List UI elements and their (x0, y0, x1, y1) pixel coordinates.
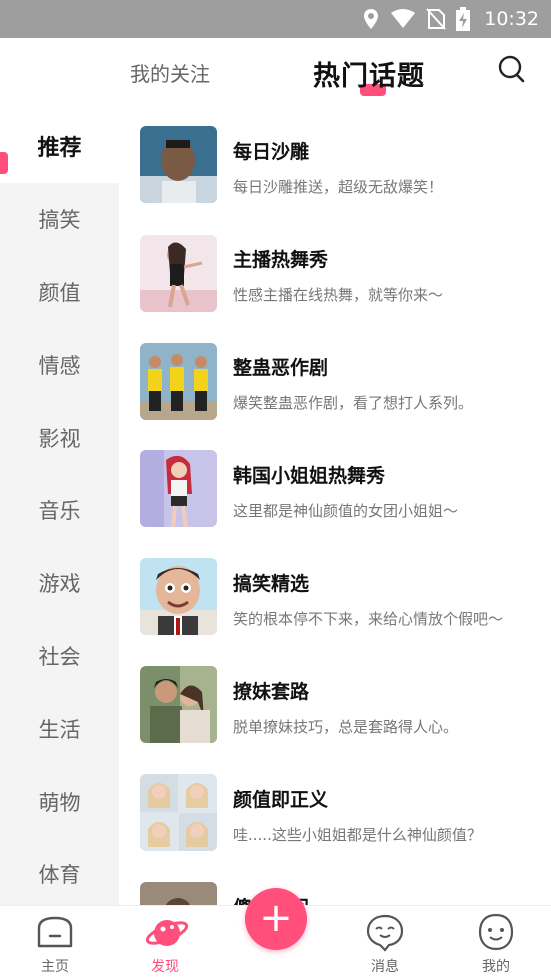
list-item[interactable]: 整蛊恶作剧 爆笑整蛊恶作剧，看了想打人系列。 (119, 326, 551, 434)
sidebar-item-music[interactable]: 音乐 (0, 474, 119, 547)
sidebar-item-looks[interactable]: 颜值 (0, 256, 119, 329)
location-icon (362, 8, 380, 30)
nav-profile[interactable]: 我的 (456, 906, 536, 979)
plus-icon: + (259, 895, 293, 941)
planet-icon (145, 912, 189, 952)
sidebar-item-label: 萌物 (38, 790, 81, 815)
topic-desc: 脱单撩妹技巧，总是套路得人心。 (233, 718, 459, 736)
sidebar-item-label: 推荐 (37, 136, 82, 162)
sidebar-item-society[interactable]: 社会 (0, 620, 119, 693)
topic-title: 颜值即正义 (233, 789, 329, 811)
status-icons: 10:32 (362, 0, 539, 38)
active-marker (0, 152, 8, 174)
list-item[interactable]: 韩国小姐姐热舞秀 这里都是神仙颜值的女团小姐姐～ (119, 434, 551, 542)
sidebar-item-label: 生活 (38, 717, 81, 742)
topic-thumbnail (140, 235, 217, 312)
profile-icon (476, 912, 516, 952)
wifi-icon (390, 9, 416, 29)
sidebar-item-label: 颜值 (38, 280, 81, 305)
nav-label: 主页 (41, 959, 69, 975)
category-sidebar: 推荐 搞笑 颜值 情感 影视 音乐 游戏 社会 生活 萌物 体育 (0, 110, 119, 905)
status-time: 10:32 (484, 8, 539, 30)
list-item[interactable]: 搞笑精选 笑的根本停不下来，来给心情放个假吧～ (119, 542, 551, 650)
list-item[interactable]: 颜值即正义 哇.....这些小姐姐都是什么神仙颜值？ (119, 758, 551, 866)
sidebar-item-film[interactable]: 影视 (0, 401, 119, 474)
message-icon (365, 912, 405, 952)
topic-desc: 爆笑整蛊恶作剧，看了想打人系列。 (233, 394, 474, 412)
list-item[interactable]: 每日沙雕 每日沙雕推送，超级无敌爆笑！ (119, 110, 551, 218)
topic-title: 韩国小姐姐热舞秀 (233, 465, 386, 487)
tab-hot-topics[interactable]: 热门话题 (313, 54, 425, 93)
header: 我的关注 热门话题 (0, 38, 551, 110)
topic-thumbnail (140, 450, 217, 527)
topic-thumbnail (140, 882, 217, 905)
topic-title: 撩妹套路 (233, 681, 310, 703)
nav-home[interactable]: 主页 (15, 906, 95, 979)
topic-desc: 这里都是神仙颜值的女团小姐姐～ (233, 502, 459, 520)
sidebar-item-label: 影视 (38, 426, 81, 451)
no-sim-icon (426, 8, 446, 30)
home-icon (35, 912, 75, 952)
sidebar-item-recommend[interactable]: 推荐 (0, 110, 119, 183)
battery-charging-icon (456, 7, 471, 31)
sidebar-item-games[interactable]: 游戏 (0, 547, 119, 620)
sidebar-item-label: 游戏 (38, 572, 81, 597)
topic-thumbnail (140, 558, 217, 635)
sidebar-item-funny[interactable]: 搞笑 (0, 183, 119, 256)
search-icon[interactable] (496, 54, 526, 84)
nav-messages[interactable]: 消息 (345, 906, 425, 979)
sidebar-item-label: 社会 (38, 644, 81, 669)
sidebar-item-sports[interactable]: 体育 (0, 838, 119, 905)
topic-title: 每日沙雕 (233, 141, 310, 163)
add-post-button[interactable]: + (245, 888, 307, 950)
topic-list: 每日沙雕 每日沙雕推送，超级无敌爆笑！ 主播热舞秀 性感主播在线热舞，就等你来～… (119, 110, 551, 905)
topic-thumbnail (140, 774, 217, 851)
nav-label: 我的 (482, 959, 510, 975)
sidebar-item-emotion[interactable]: 情感 (0, 328, 119, 401)
topic-thumbnail (140, 343, 217, 420)
sidebar-item-label: 搞笑 (38, 208, 81, 233)
sidebar-item-label: 音乐 (38, 499, 81, 524)
tab-my-follow[interactable]: 我的关注 (130, 58, 210, 87)
nav-label: 消息 (371, 959, 399, 975)
topic-title: 主播热舞秀 (233, 249, 329, 271)
topic-thumbnail (140, 126, 217, 203)
list-item[interactable]: 主播热舞秀 性感主播在线热舞，就等你来～ (119, 218, 551, 326)
nav-discover[interactable]: 发现 (125, 906, 205, 979)
list-item[interactable]: 撩妹套路 脱单撩妹技巧，总是套路得人心。 (119, 650, 551, 758)
topic-title: 整蛊恶作剧 (233, 357, 329, 379)
sidebar-item-label: 情感 (38, 353, 81, 378)
topic-desc: 性感主播在线热舞，就等你来～ (233, 286, 444, 304)
sidebar-item-pets[interactable]: 萌物 (0, 765, 119, 838)
status-bar: 10:32 (0, 0, 551, 38)
sidebar-item-life[interactable]: 生活 (0, 692, 119, 765)
sidebar-item-label: 体育 (38, 863, 81, 888)
topic-title: 搞笑精选 (233, 573, 310, 595)
topic-desc: 笑的根本停不下来，来给心情放个假吧～ (233, 610, 504, 628)
topic-thumbnail (140, 666, 217, 743)
topic-desc: 哇.....这些小姐姐都是什么神仙颜值？ (233, 826, 482, 844)
topic-desc: 每日沙雕推送，超级无敌爆笑！ (233, 178, 444, 196)
nav-label: 发现 (151, 959, 179, 975)
list-item[interactable]: 傻…瞬间 (119, 866, 551, 905)
